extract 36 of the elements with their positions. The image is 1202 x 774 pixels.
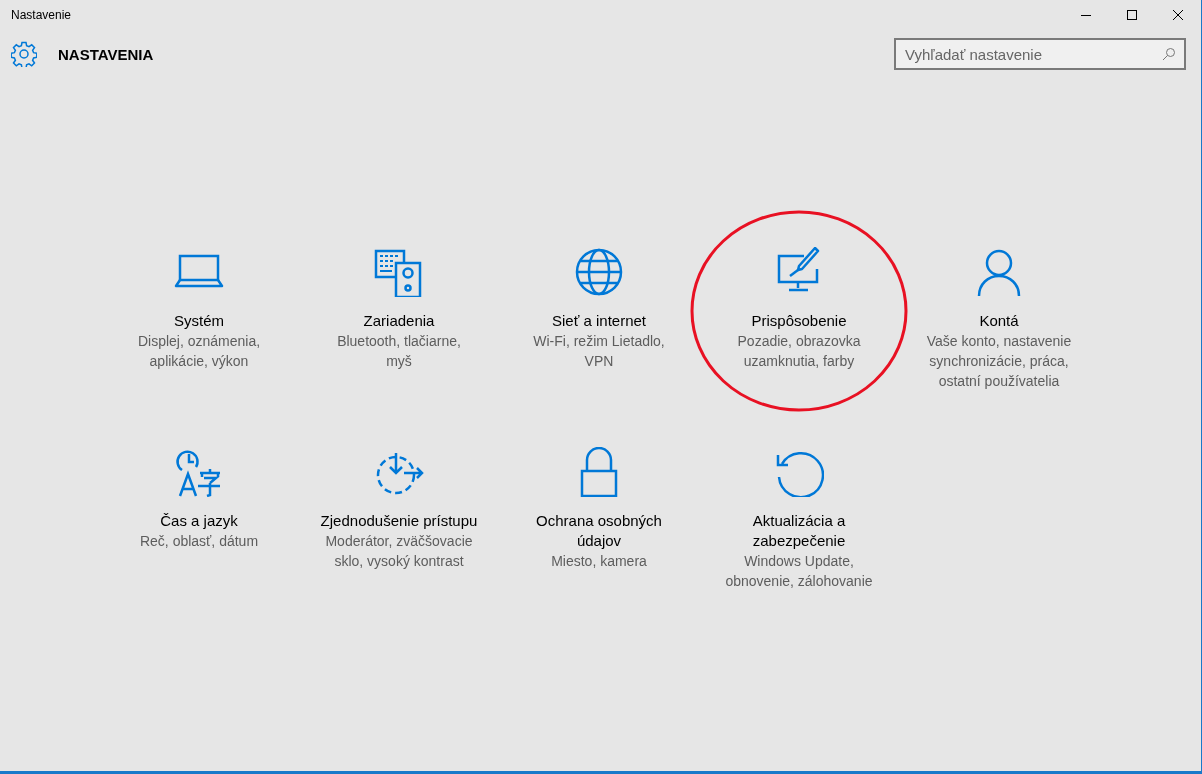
page-title: NASTAVENIA <box>58 45 155 63</box>
tile-title: Zjednodušenie prístupu <box>320 511 478 531</box>
keyboard-and-speaker-icon <box>374 247 424 297</box>
tile-title: Ochrana osobných údajov <box>535 511 663 551</box>
settings-tile[interactable]: Sieť a internet Wi-Fi, režim Lietadlo, VPN <box>499 243 699 443</box>
tile-title: Čas a jazyk <box>160 511 238 531</box>
settings-tile[interactable]: Zjednodušenie prístupu Moderátor, zväčšovacie sklo, vysoký kontrast <box>299 443 499 643</box>
settings-tile[interactable]: Ochrana osobných údajov Miesto, kamera <box>499 443 699 643</box>
tile-description: Wi-Fi, režim Lietadlo, VPN <box>532 332 666 371</box>
tile-title: Sieť a internet <box>552 311 646 331</box>
tile-title: Kontá <box>979 311 1019 331</box>
tile-description: Displej, oznámenia, aplikácie, výkon <box>136 332 262 371</box>
tile-description: Miesto, kamera <box>551 552 647 571</box>
globe-icon <box>574 247 624 297</box>
tile-description: Pozadie, obrazovka uzamknutia, farby <box>736 332 862 371</box>
settings-tile[interactable]: Kontá Vaše konto, nastavenie synchronizácie, práca, ostatní používatelia <box>899 243 1099 443</box>
settings-tile[interactable]: Čas a jazyk Reč, oblasť, dátum <box>99 443 299 643</box>
search-field[interactable]: Vyhľadať nastavenie <box>894 38 1186 70</box>
settings-tile[interactable]: Prispôsobenie Pozadie, obrazovka uzamknutia, farby <box>699 243 899 443</box>
settings-tile[interactable]: Aktualizácia a zabezpečenie Windows Update, obnovenie, zálohovanie <box>699 443 899 643</box>
tile-description: Reč, oblasť, dátum <box>139 532 259 551</box>
search-icon <box>1162 47 1176 61</box>
tile-title: Systém <box>174 311 224 331</box>
tile-description: Moderátor, zväčšovacie sklo, vysoký kontrast <box>324 532 474 571</box>
settings-tile[interactable]: Zariadenia Bluetooth, tlačiarne, myš <box>299 243 499 443</box>
settings-tile[interactable]: Systém Displej, oznámenia, aplikácie, výkon <box>99 243 299 443</box>
tile-title: Aktualizácia a zabezpečenie <box>751 511 847 551</box>
tile-description: Windows Update, obnovenie, zálohovanie <box>724 552 874 591</box>
tile-title: Prispôsobenie <box>751 311 847 331</box>
tile-description: Vaše konto, nastavenie synchronizácie, práca, ostatní používatelia <box>925 332 1073 391</box>
tile-title: Zariadenia <box>363 311 435 331</box>
tile-description: Bluetooth, tlačiarne, myš <box>336 332 462 371</box>
maximize-icon <box>1126 9 1138 21</box>
window-title: Nastavenie <box>11 8 72 22</box>
settings-icon <box>11 41 37 67</box>
close-icon <box>1172 9 1184 21</box>
